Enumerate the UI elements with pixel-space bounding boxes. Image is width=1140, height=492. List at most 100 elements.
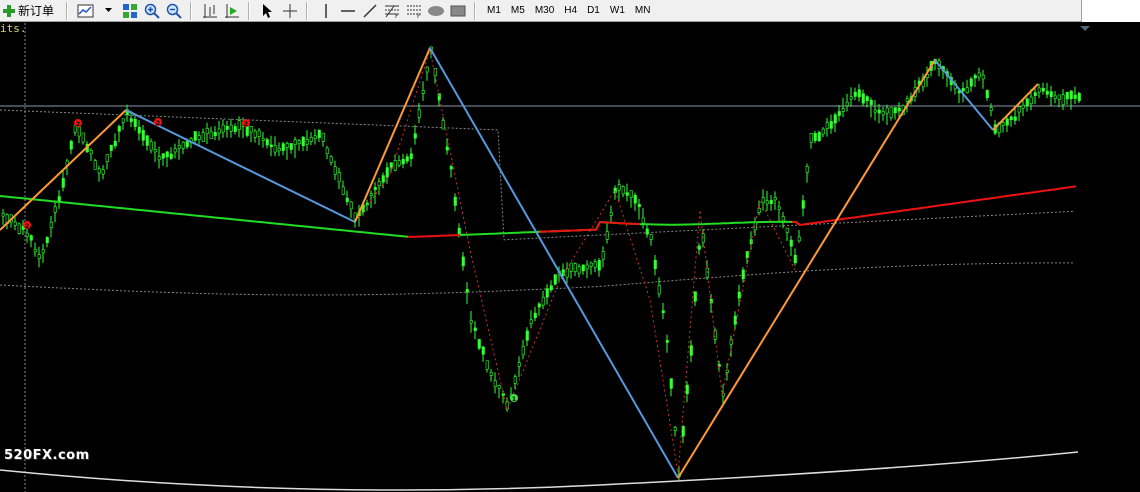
timeframe-d1[interactable]: D1 — [582, 2, 605, 20]
auto-scroll-button[interactable] — [222, 1, 242, 21]
candle-body — [525, 330, 529, 341]
candle-body — [1049, 91, 1053, 97]
candle-body — [569, 262, 573, 272]
candle-body — [553, 274, 557, 285]
candle-body — [165, 151, 169, 158]
candle-body — [809, 133, 813, 143]
candle-body — [349, 201, 353, 210]
candle-body — [193, 131, 197, 141]
candle-body — [49, 221, 53, 228]
zigzag-dashed-line — [354, 48, 796, 474]
price-chart[interactable]: 2 2 2 2 1 — [0, 23, 1140, 492]
candle-body — [825, 122, 829, 129]
candle-body — [533, 312, 537, 319]
zigzag-down-line — [934, 59, 994, 131]
ellipse-button[interactable] — [426, 1, 446, 21]
candle-body — [1077, 93, 1081, 102]
candle-body — [777, 206, 781, 210]
candle-body — [881, 111, 885, 116]
timeframe-mn[interactable]: MN — [630, 2, 656, 20]
tile-windows-button[interactable] — [120, 1, 140, 21]
candle-body — [445, 146, 449, 151]
candle-body — [345, 197, 349, 202]
candle-body — [229, 124, 233, 132]
timeframe-m1[interactable]: M1 — [482, 2, 506, 20]
candle-body — [513, 376, 517, 384]
fibonacci-levels-icon: F — [407, 5, 422, 19]
rectangle-button[interactable] — [448, 1, 468, 21]
chart-shift-marker-icon — [1080, 26, 1090, 31]
candle-body — [829, 121, 833, 129]
candle-body — [861, 93, 865, 104]
candle-body — [697, 245, 701, 250]
timeframe-m5[interactable]: M5 — [506, 2, 530, 20]
candle-body — [389, 162, 393, 168]
candle-body — [745, 251, 749, 258]
candle-body — [309, 137, 313, 142]
trendline-button[interactable] — [360, 1, 380, 21]
candle-body — [985, 90, 989, 99]
candle-body — [265, 139, 269, 146]
timeframe-m30[interactable]: M30 — [530, 2, 559, 20]
ellipse-icon — [428, 5, 445, 16]
candle-body — [41, 249, 45, 254]
cursor-tool-button[interactable] — [258, 1, 278, 21]
candle-body — [77, 126, 81, 137]
candle-body — [1017, 106, 1021, 113]
crosshair-icon — [283, 3, 298, 18]
timeframe-h4[interactable]: H4 — [559, 2, 582, 20]
candle-body — [425, 66, 429, 73]
dropdown-arrow-icon[interactable] — [98, 1, 118, 21]
candle-body — [813, 133, 817, 141]
candle-body — [13, 221, 17, 226]
candle-body — [257, 130, 261, 138]
line-chart-icon — [77, 4, 94, 17]
candle-body — [657, 285, 661, 295]
horizontal-line-button[interactable] — [338, 1, 358, 21]
candle-body — [105, 154, 109, 162]
candle-body — [225, 126, 229, 130]
candle-body — [413, 133, 417, 139]
new-order-button[interactable]: 新订单 — [2, 1, 60, 21]
zoom-out-button[interactable] — [164, 1, 184, 21]
candle-body — [209, 131, 213, 139]
fibonacci-button[interactable]: F — [382, 1, 402, 21]
candle-body — [1061, 94, 1065, 106]
candle-body — [405, 156, 409, 162]
candle-body — [849, 96, 853, 100]
candle-body — [313, 135, 317, 140]
candle-body — [393, 160, 397, 171]
candle-body — [489, 372, 493, 376]
candle-body — [801, 200, 805, 209]
chart-shift-button[interactable] — [200, 1, 220, 21]
candle-body — [725, 369, 729, 373]
candle-body — [973, 75, 977, 79]
candle-body — [337, 172, 341, 183]
candle-body — [905, 98, 909, 102]
crosshair-tool-button[interactable] — [280, 1, 300, 21]
toolbar-separator — [248, 1, 251, 20]
chart-type-button[interactable] — [76, 1, 96, 21]
vertical-line-button[interactable] — [316, 1, 336, 21]
candle-body — [989, 107, 993, 111]
candle-body — [117, 126, 121, 132]
zigzag-up-line — [677, 59, 936, 479]
candle-body — [157, 156, 161, 161]
candle-body — [681, 425, 685, 437]
candle-body — [641, 217, 645, 224]
candle-body — [409, 153, 413, 159]
fibonacci-levels-button[interactable]: F — [404, 1, 424, 21]
moving-average-red-segment — [407, 234, 461, 238]
candle-body — [261, 138, 265, 141]
candle-body — [217, 128, 221, 134]
candle-body — [385, 167, 389, 178]
candle-body — [53, 206, 57, 213]
timeframe-w1[interactable]: W1 — [605, 2, 630, 20]
candle-body — [969, 78, 973, 87]
cursor-icon — [263, 3, 273, 18]
candle-body — [853, 91, 857, 97]
horizontal-line-icon — [341, 9, 356, 12]
candle-body — [637, 204, 641, 208]
zoom-in-button[interactable] — [142, 1, 162, 21]
candle-body — [161, 153, 165, 159]
